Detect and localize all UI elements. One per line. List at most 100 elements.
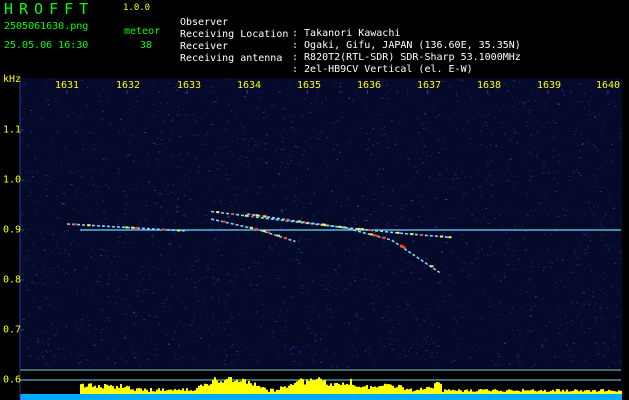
noise-speck (117, 240, 120, 242)
noise-speck (132, 347, 134, 349)
noise-speck (73, 160, 75, 161)
noise-speck (562, 92, 564, 94)
noise-speck (167, 185, 169, 187)
noise-speck (602, 123, 604, 125)
noise-speck (595, 178, 597, 180)
noise-speck (50, 157, 52, 158)
noise-speck (47, 338, 50, 340)
noise-speck (439, 326, 440, 328)
noise-speck (583, 119, 585, 121)
noise-speck (360, 319, 363, 321)
noise-speck (609, 319, 611, 321)
noise-speck (194, 312, 195, 314)
noise-speck (490, 305, 493, 307)
activity-bar (146, 389, 148, 394)
noise-speck (424, 267, 426, 269)
noise-speck (49, 267, 51, 269)
meteor-hotspot (276, 234, 280, 237)
noise-speck (314, 224, 316, 226)
noise-speck (575, 169, 578, 171)
noise-speck (419, 158, 422, 160)
noise-speck (491, 196, 494, 197)
noise-speck (97, 208, 98, 210)
noise-speck (220, 363, 222, 365)
noise-speck (590, 86, 592, 88)
activity-bar (546, 391, 548, 394)
noise-speck (339, 83, 342, 84)
noise-speck (530, 265, 531, 267)
noise-speck (616, 287, 618, 289)
noise-speck (354, 241, 356, 243)
noise-speck (232, 153, 234, 155)
noise-speck (608, 103, 611, 105)
noise-speck (495, 321, 497, 323)
noise-speck (248, 140, 250, 142)
noise-speck (554, 275, 556, 277)
noise-speck (463, 263, 465, 265)
activity-bar (598, 391, 600, 394)
noise-speck (146, 190, 148, 192)
noise-speck (414, 296, 415, 298)
noise-speck (189, 176, 190, 178)
noise-speck (543, 127, 545, 128)
noise-speck (260, 83, 262, 85)
activity-bar (498, 391, 500, 394)
meteor-hotspot (338, 225, 342, 228)
noise-speck (603, 273, 605, 275)
noise-speck (550, 366, 552, 368)
noise-speck (55, 121, 56, 123)
noise-speck (603, 355, 605, 357)
activity-bar (600, 389, 602, 394)
noise-speck (471, 263, 473, 265)
noise-speck (267, 112, 269, 114)
noise-speck (168, 243, 171, 245)
noise-speck (156, 115, 158, 117)
noise-speck (138, 179, 140, 181)
noise-speck (381, 157, 383, 159)
activity-bar (206, 384, 208, 394)
noise-speck (479, 329, 481, 331)
noise-speck (408, 285, 410, 287)
noise-speck (81, 199, 83, 201)
noise-speck (231, 84, 233, 86)
noise-speck (415, 352, 417, 353)
noise-speck (289, 259, 292, 260)
activity-bar (268, 391, 270, 394)
noise-speck (577, 83, 580, 85)
activity-bar (422, 389, 424, 394)
noise-speck (608, 192, 610, 194)
noise-speck (159, 139, 161, 141)
activity-bar (122, 387, 124, 394)
noise-speck (470, 263, 472, 265)
meteor-hotspot (410, 233, 414, 236)
noise-speck (603, 329, 605, 331)
noise-speck (146, 162, 148, 164)
noise-speck (422, 102, 424, 104)
noise-speck (391, 128, 393, 130)
noise-speck (383, 168, 384, 170)
noise-speck (23, 257, 26, 259)
noise-speck (231, 206, 234, 208)
noise-speck (438, 174, 441, 176)
noise-speck (546, 103, 548, 105)
noise-speck (240, 156, 242, 158)
noise-speck (237, 235, 239, 237)
noise-speck (238, 253, 240, 255)
noise-speck (282, 213, 284, 214)
noise-speck (156, 159, 158, 161)
noise-speck (381, 113, 383, 115)
noise-speck (377, 114, 379, 116)
noise-speck (181, 356, 183, 358)
noise-speck (242, 305, 244, 306)
noise-speck (93, 216, 95, 218)
noise-speck (523, 238, 525, 240)
noise-speck (84, 273, 86, 275)
noise-speck (22, 265, 25, 267)
noise-speck (355, 258, 357, 260)
noise-speck (158, 161, 161, 163)
noise-speck (224, 353, 226, 355)
noise-speck (263, 244, 265, 246)
noise-speck (602, 227, 604, 228)
noise-speck (541, 356, 543, 358)
noise-speck (229, 206, 231, 208)
